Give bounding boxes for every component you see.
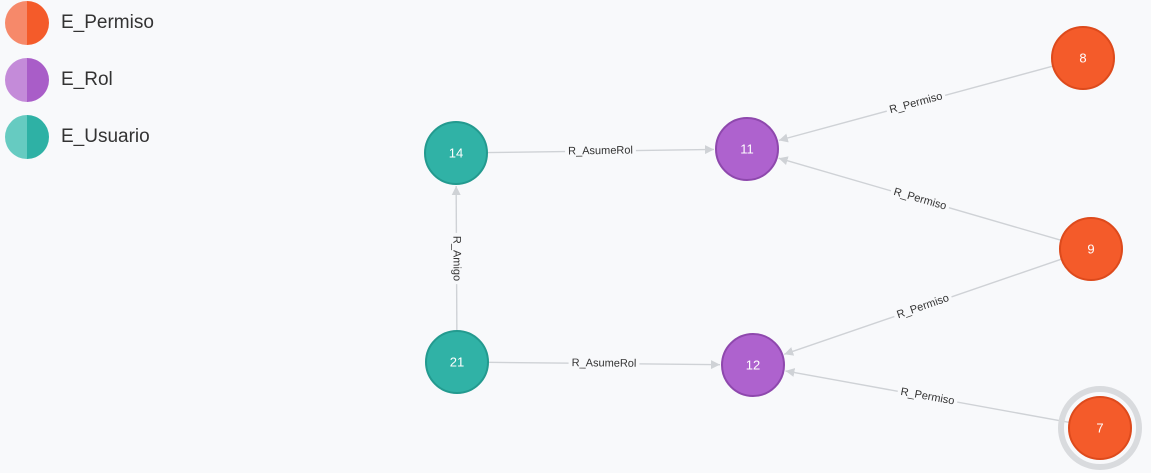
edge-label: R_Amigo	[450, 236, 462, 281]
node-21[interactable]: 21	[425, 330, 489, 394]
edge-21-12[interactable]: R_AsumeRol	[487, 356, 721, 371]
node-label: 12	[746, 358, 760, 373]
node-label: 7	[1096, 421, 1103, 436]
node-8[interactable]: 8	[1051, 26, 1115, 90]
edge-label: R_Permiso	[900, 386, 956, 408]
node-9[interactable]: 9	[1059, 217, 1123, 281]
graph-canvas[interactable]: R_AsumeRol R_AsumeRol R_Amigo R_Permiso R_Pe…	[0, 0, 1151, 473]
node-12[interactable]: 12	[721, 333, 785, 397]
edge-label: R_AsumeRol	[568, 145, 633, 158]
edge-label: R_Permiso	[892, 186, 948, 213]
edge-label: R_Permiso	[888, 90, 944, 116]
nodes-layer: 14 21 11 12 8 9 7	[424, 26, 1142, 470]
edge-label: R_AsumeRol	[572, 357, 637, 370]
node-14[interactable]: 14	[424, 121, 488, 185]
node-label: 9	[1087, 242, 1094, 257]
edge-9-12[interactable]: R_Permiso	[783, 258, 1062, 356]
node-7[interactable]: 7	[1058, 386, 1142, 470]
node-label: 11	[740, 142, 754, 157]
edge-14-11[interactable]: R_AsumeRol	[486, 143, 715, 159]
node-label: 21	[450, 355, 464, 370]
node-11[interactable]: 11	[715, 117, 779, 181]
edge-7-12[interactable]: R_Permiso	[785, 368, 1070, 424]
node-label: 14	[449, 146, 463, 161]
edge-9-11[interactable]: R_Permiso	[778, 156, 1062, 242]
edge-21-14[interactable]: R_Amigo	[449, 185, 464, 332]
node-label: 8	[1079, 51, 1086, 66]
edge-8-11[interactable]: R_Permiso	[778, 65, 1054, 143]
